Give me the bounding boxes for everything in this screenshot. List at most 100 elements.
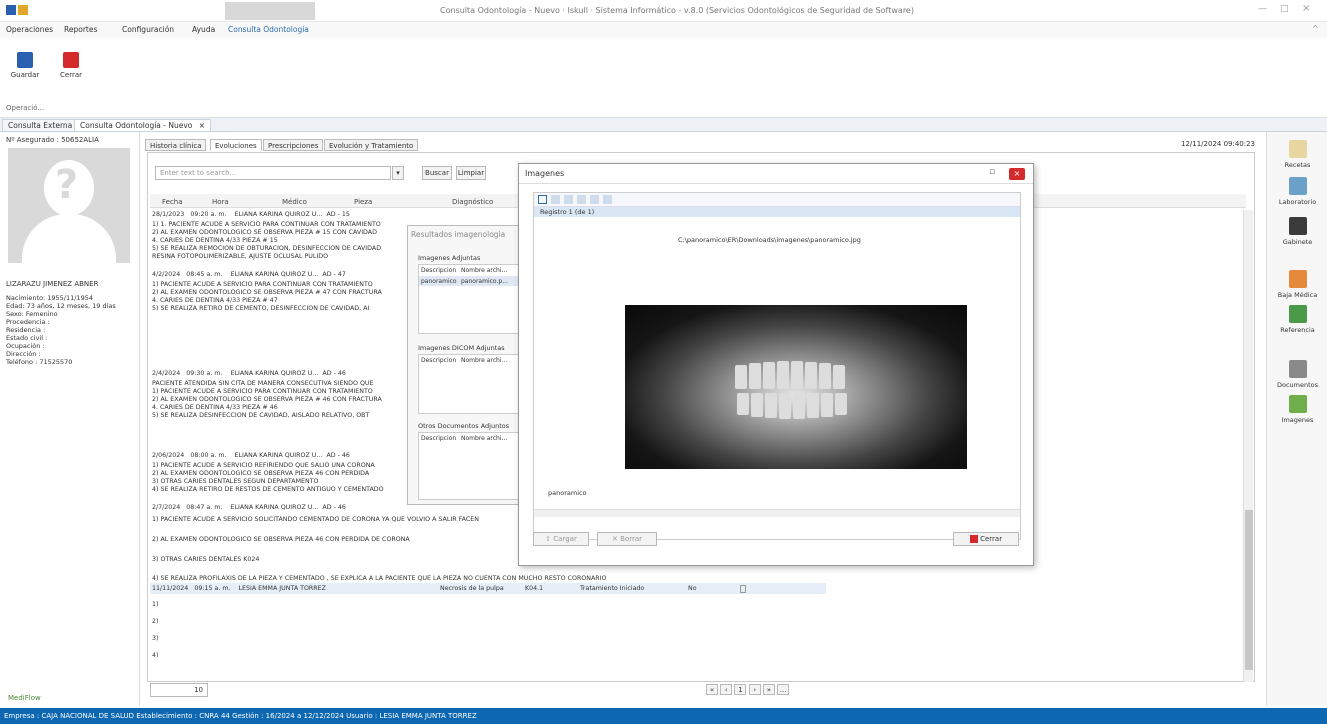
referencia-button[interactable]: Referencia <box>1267 305 1327 334</box>
page-number[interactable]: 1 <box>734 684 747 695</box>
scrollbar-thumb[interactable] <box>1245 510 1253 670</box>
documentos-button[interactable]: Documentos <box>1267 360 1327 389</box>
vertical-scrollbar[interactable] <box>1243 210 1253 682</box>
menu-ayuda[interactable]: Ayuda <box>192 25 215 34</box>
table-row[interactable]: 2/4/2024 09:30 a. m. ELIANA KARINA QUIRO… <box>152 370 346 378</box>
maximize-button[interactable]: □ <box>1280 4 1289 14</box>
record-line: 1) 1. PACIENTE ACUDE A SERVICIO PARA CON… <box>152 221 381 228</box>
cell-diagnostico: Necrosis de la pulpa <box>440 585 504 592</box>
header-pieza: Pieza <box>354 198 373 206</box>
imagenes-adjuntas-label: Imagenes Adjuntas <box>418 254 481 262</box>
grid-header: Nombre archi... <box>461 357 508 364</box>
laboratorio-button[interactable]: Laboratorio <box>1267 177 1327 206</box>
table-row[interactable]: 11/11/2024 09:15 a. m. LESIA EMMA JUNTA … <box>152 585 326 593</box>
print-icon[interactable] <box>590 195 599 204</box>
tab-historia-clinica[interactable]: Historia clínica <box>145 139 207 151</box>
guardar-button[interactable]: Guardar <box>10 52 40 79</box>
row-checkbox[interactable] <box>740 585 746 593</box>
zoom-icon[interactable] <box>551 195 560 204</box>
app-secondary-icon <box>18 5 28 15</box>
referral-icon <box>1288 305 1307 323</box>
tab-evolucion-tratamiento[interactable]: Evolución y Tratamiento <box>324 139 419 151</box>
image-path: C:\panoramico\ER\Downloads\imagenes\pano… <box>678 236 861 244</box>
asegurado-number: Nº Asegurado : 50652ALIA <box>6 136 99 144</box>
tab-consulta-externa[interactable]: Consulta Externa <box>2 119 79 131</box>
tab-consulta-odontologia[interactable]: Consulta Odontología - Nuevo × <box>74 119 212 131</box>
baja-medica-button[interactable]: Baja Médica <box>1267 270 1327 299</box>
limpiar-button[interactable]: Limpiar <box>456 166 486 180</box>
more-pages-button[interactable]: … <box>777 684 790 695</box>
patient-line: Estado civil : <box>6 334 48 342</box>
menu-consulta-odontologia[interactable]: Consulta Odontología <box>228 25 309 34</box>
select-icon[interactable] <box>538 195 547 204</box>
search-input[interactable]: Enter text to search... <box>155 166 391 180</box>
cell-pieza: AD - 46 <box>322 370 346 377</box>
recetas-button[interactable]: Recetas <box>1267 140 1327 169</box>
header-diagnostico: Diagnóstico <box>452 198 494 206</box>
minimize-button[interactable]: — <box>1258 4 1267 14</box>
record-line: 4) <box>152 652 159 659</box>
patient-line: Teléfono : 71525570 <box>6 358 73 366</box>
tooth-shape <box>763 362 775 389</box>
right-toolbar: Recetas Laboratorio Gabinete Baja Médica… <box>1266 132 1327 706</box>
grid-header: Descripcion <box>421 435 457 442</box>
record-line: 2) AL EXAMEN ODONTOLOGICO SE OBSERVA PIE… <box>152 396 382 403</box>
cell-flag: No <box>688 585 697 592</box>
table-row[interactable]: 2/06/2024 08:00 a. m. ELIANA KARINA QUIR… <box>152 452 350 460</box>
menu-operaciones[interactable]: Operaciones <box>6 25 53 34</box>
borrar-button[interactable]: ✕ Borrar <box>597 532 657 546</box>
tab-prescripciones[interactable]: Prescripciones <box>263 139 324 151</box>
settings-icon[interactable] <box>603 195 612 204</box>
close-window-button[interactable]: × <box>1302 3 1310 14</box>
pagination: « ‹ 1 › » … <box>706 684 790 696</box>
cell-fecha: 28/1/2023 <box>152 211 185 218</box>
recetas-label: Recetas <box>1284 161 1311 169</box>
menu-bar: Operaciones Reportes Configuración Ayuda… <box>0 22 1327 38</box>
status-bar: Empresa : CAJA NACIONAL DE SALUD Estable… <box>0 708 1327 724</box>
table-row[interactable]: 4/2/2024 08:45 a. m. ELIANA KARINA QUIRO… <box>152 271 346 279</box>
record-line: 5) SE REALIZA RETIRO DE CEMENTO, DESINFE… <box>152 305 370 312</box>
ribbon-group-label: Operació... <box>6 104 45 112</box>
gabinete-button[interactable]: Gabinete <box>1267 217 1327 246</box>
rotate-icon[interactable] <box>577 195 586 204</box>
tab-evoluciones[interactable]: Evoluciones <box>210 139 262 151</box>
cerrar-label: Cerrar <box>60 71 82 79</box>
record-line: 3) OTRAS CARIES DENTALES SEGUN DEPARTAME… <box>152 478 319 485</box>
referencia-label: Referencia <box>1280 326 1315 334</box>
imagenes-button[interactable]: Imagenes <box>1267 395 1327 424</box>
menu-reportes[interactable]: Reportes <box>64 25 97 34</box>
app-icon <box>6 5 16 15</box>
header-hora: Hora <box>212 198 229 206</box>
cerrar-button[interactable]: Cerrar <box>56 52 86 79</box>
cargar-button[interactable]: ⇧ Cargar <box>533 532 589 546</box>
patient-line: Nacimiento: 1955/11/1954 <box>6 294 93 302</box>
first-page-button[interactable]: « <box>706 684 718 695</box>
last-page-button[interactable]: » <box>762 684 775 695</box>
table-row[interactable]: 28/1/2023 09:20 a. m. ELIANA KARINA QUIR… <box>152 211 350 219</box>
prev-page-button[interactable]: ‹ <box>720 684 733 695</box>
table-row[interactable]: 2/7/2024 08:47 a. m. ELIANA KARINA QUIRO… <box>152 504 346 512</box>
ribbon-collapse-icon[interactable]: ^ <box>1312 24 1319 33</box>
search-dropdown-icon[interactable]: ▾ <box>392 166 404 180</box>
next-page-button[interactable]: › <box>748 684 761 695</box>
menu-configuracion[interactable]: Configuración <box>122 25 174 34</box>
cell-medico: ELIANA KARINA QUIROZ U... <box>234 452 323 459</box>
page-size-combo[interactable]: 10 <box>150 683 208 697</box>
patient-name: LIZARAZU JIMENEZ ABNER <box>6 280 99 288</box>
buscar-button[interactable]: Buscar <box>422 166 452 180</box>
cell-hora: 09:30 a. m. <box>186 370 223 377</box>
otros-documentos-label: Otros Documentos Adjuntos <box>418 422 510 430</box>
cerrar-label: Cerrar <box>980 535 1003 543</box>
record-line: 1) PACIENTE ACUDE A SERVICIO REFIRIENDO … <box>152 462 375 469</box>
dialog-cerrar-button[interactable]: Cerrar <box>953 532 1019 546</box>
tooth-shape <box>821 393 833 417</box>
dialog-close-button[interactable]: × <box>1009 168 1025 180</box>
restore-icon[interactable]: ▫ <box>989 167 995 177</box>
tab-close-icon[interactable]: × <box>199 121 205 130</box>
close-icon <box>969 535 978 543</box>
fit-icon[interactable] <box>564 195 573 204</box>
cell-fecha: 2/7/2024 <box>152 504 181 511</box>
horizontal-scrollbar[interactable] <box>534 509 1020 517</box>
cell-medico: LESIA EMMA JUNTA TORREZ <box>238 585 326 592</box>
cell-hora: 08:47 a. m. <box>186 504 223 511</box>
